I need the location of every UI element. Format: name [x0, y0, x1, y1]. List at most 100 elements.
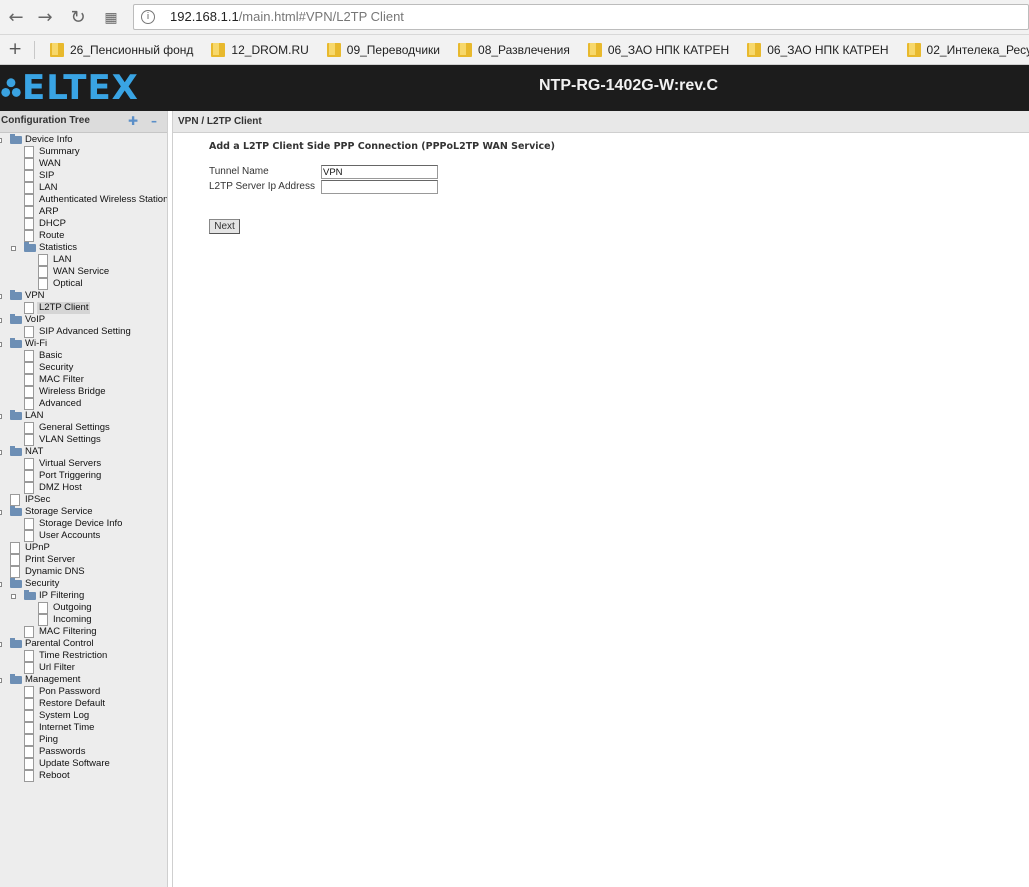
tree-item[interactable]: VoIP [0, 314, 167, 326]
tree-item[interactable]: Passwords [0, 746, 167, 758]
collapse-toggle-icon[interactable] [0, 642, 2, 647]
collapse-toggle-icon[interactable] [0, 510, 2, 515]
tree-item[interactable]: Summary [0, 146, 167, 158]
collapse-toggle-icon[interactable] [0, 294, 2, 299]
folder-icon [326, 43, 341, 57]
document-icon [24, 686, 34, 698]
page-info-icon[interactable]: i [141, 10, 155, 24]
tree-item[interactable]: Statistics [0, 242, 167, 254]
tree-item[interactable]: DHCP [0, 218, 167, 230]
collapse-toggle-icon[interactable] [11, 594, 16, 599]
tree-item[interactable]: Route [0, 230, 167, 242]
tree-item[interactable]: DMZ Host [0, 482, 167, 494]
tree-item[interactable]: Port Triggering [0, 470, 167, 482]
tree-item[interactable]: User Accounts [0, 530, 167, 542]
tree-item[interactable]: WAN Service [0, 266, 167, 278]
tree-item-label: Time Restriction [39, 650, 108, 661]
tree-item[interactable]: LAN [0, 254, 167, 266]
document-icon [24, 482, 34, 494]
bookmark-item[interactable]: 08_Развлечения [458, 35, 570, 64]
tree-item[interactable]: Basic [0, 350, 167, 362]
bookmark-item[interactable]: 12_DROM.RU [211, 35, 309, 64]
document-icon [24, 362, 34, 374]
expand-all-icon[interactable]: ✚ [127, 115, 139, 127]
tree-item[interactable]: Update Software [0, 758, 167, 770]
tree-item[interactable]: General Settings [0, 422, 167, 434]
document-icon [10, 494, 20, 506]
bookmark-item[interactable]: 09_Переводчики [326, 35, 440, 64]
tree-item-label: Reboot [39, 770, 70, 781]
tree-item[interactable]: Print Server [0, 554, 167, 566]
tree-item[interactable]: Device Info [0, 134, 167, 146]
tree-item-label: WAN [39, 158, 61, 169]
tree-item[interactable]: Internet Time [0, 722, 167, 734]
tree-item[interactable]: System Log [0, 710, 167, 722]
tree-item[interactable]: Time Restriction [0, 650, 167, 662]
tree-item-label: Storage Device Info [39, 518, 123, 529]
tree-item[interactable]: MAC Filtering [0, 626, 167, 638]
tree-item[interactable]: LAN [0, 182, 167, 194]
next-button[interactable]: Next [209, 219, 240, 234]
back-icon[interactable]: ← [5, 7, 27, 29]
tree-item[interactable]: Incoming [0, 614, 167, 626]
address-bar[interactable]: i 192.168.1.1/main.html#VPN/L2TP Client [133, 4, 1029, 30]
collapse-toggle-icon[interactable] [0, 582, 2, 587]
bookmark-item[interactable]: 02_Интелека_Ресурсы [906, 35, 1029, 64]
tree-item[interactable]: SIP [0, 170, 167, 182]
tree-item[interactable]: VPN [0, 290, 167, 302]
collapse-toggle-icon[interactable] [11, 246, 16, 251]
tree-item[interactable]: LAN [0, 410, 167, 422]
apps-grid-icon[interactable]: ▦ [100, 7, 122, 29]
tree-item[interactable]: Wi-Fi [0, 338, 167, 350]
tree-item[interactable]: Outgoing [0, 602, 167, 614]
collapse-toggle-icon[interactable] [0, 678, 2, 683]
collapse-toggle-icon[interactable] [0, 342, 2, 347]
collapse-toggle-icon[interactable] [0, 318, 2, 323]
tree-item[interactable]: Virtual Servers [0, 458, 167, 470]
server-ip-input[interactable] [321, 180, 438, 194]
forward-icon[interactable]: → [34, 7, 56, 29]
tree-item[interactable]: WAN [0, 158, 167, 170]
collapse-toggle-icon[interactable] [0, 450, 2, 455]
tree-item[interactable]: NAT [0, 446, 167, 458]
bookmark-item[interactable]: 26_Пенсионный фонд [50, 35, 193, 64]
tunnel-name-input[interactable] [321, 165, 438, 179]
tree-item[interactable]: Management [0, 674, 167, 686]
reload-icon[interactable]: ↻ [67, 7, 89, 29]
tree-item[interactable]: MAC Filter [0, 374, 167, 386]
tree-item[interactable]: Parental Control [0, 638, 167, 650]
tree-item[interactable]: Optical [0, 278, 167, 290]
tree-item[interactable]: IP Filtering [0, 590, 167, 602]
collapse-toggle-icon[interactable] [0, 414, 2, 419]
tree-item[interactable]: Security [0, 578, 167, 590]
tree-item-label: Advanced [39, 398, 82, 409]
tree-item[interactable]: UPnP [0, 542, 167, 554]
add-bookmark-icon[interactable]: + [8, 39, 22, 59]
tree-item[interactable]: Security [0, 362, 167, 374]
tree-item[interactable]: Wireless Bridge [0, 386, 167, 398]
tree-item-label: IPSec [25, 494, 51, 505]
tree-item[interactable]: Storage Device Info [0, 518, 167, 530]
collapse-all-icon[interactable]: – [148, 115, 160, 127]
tree-item[interactable]: VLAN Settings [0, 434, 167, 446]
tree-item[interactable]: SIP Advanced Setting [0, 326, 167, 338]
tree-item[interactable]: Reboot [0, 770, 167, 782]
tree-item[interactable]: Pon Password [0, 686, 167, 698]
tree-item[interactable]: Storage Service [0, 506, 167, 518]
bookmark-item[interactable]: 06_ЗАО НПК КАТРЕН [747, 35, 889, 64]
url-text[interactable]: 192.168.1.1/main.html#VPN/L2TP Client [170, 9, 404, 24]
tree-item[interactable]: IPSec [0, 494, 167, 506]
tree-item[interactable]: ARP [0, 206, 167, 218]
bookmark-item[interactable]: 06_ЗАО НПК КАТРЕН [587, 35, 729, 64]
folder-icon [50, 43, 64, 57]
tree-item[interactable]: Ping [0, 734, 167, 746]
tree-item[interactable]: Authenticated Wireless Station [0, 194, 167, 206]
tree-item[interactable]: Restore Default [0, 698, 167, 710]
tree-item[interactable]: Advanced [0, 398, 167, 410]
tree-item-label: Dynamic DNS [25, 566, 85, 577]
tree-item-label: Pon Password [39, 686, 101, 697]
tree-item[interactable]: Url Filter [0, 662, 167, 674]
collapse-toggle-icon[interactable] [0, 138, 2, 143]
tree-item[interactable]: L2TP Client [0, 302, 167, 314]
tree-item[interactable]: Dynamic DNS [0, 566, 167, 578]
